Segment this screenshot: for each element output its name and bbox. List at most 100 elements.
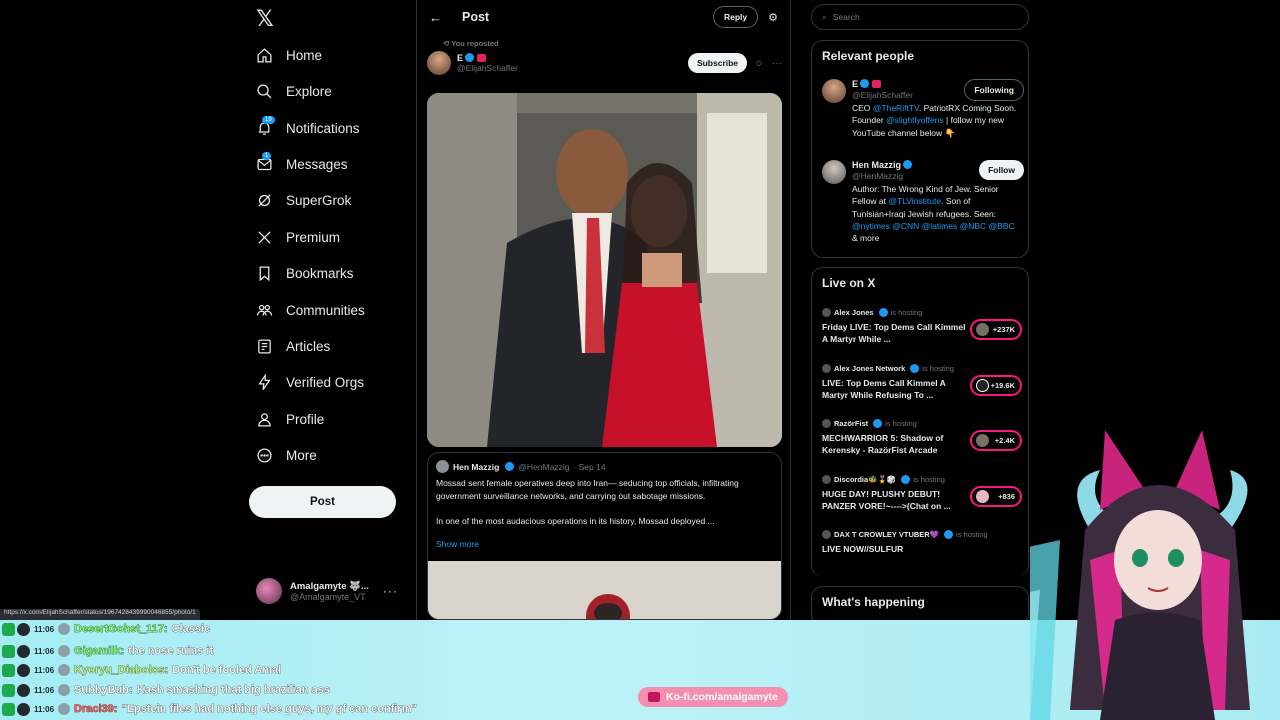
nav-explore[interactable]: Explore (256, 78, 332, 104)
nav-label: Premium (286, 229, 341, 245)
nav-label: Bookmarks (286, 265, 354, 281)
nav-bookmarks[interactable]: Bookmarks (256, 260, 354, 286)
nav-supergrok[interactable]: SuperGrok (256, 187, 351, 213)
page-title: Post (462, 10, 490, 24)
avatar (256, 578, 282, 604)
person-handle: @HenMazzig (852, 171, 904, 181)
status-bar-url: https://x.com/ElijahSchaffer/status/1967… (0, 609, 200, 620)
verified-icon (910, 364, 920, 373)
post-column: ← Post Reply ⚙ ⟲ You reposted E @ElijahS… (416, 0, 791, 620)
nav-home[interactable]: Home (256, 42, 322, 68)
avatar (976, 490, 989, 503)
nav-label: Profile (286, 411, 325, 427)
author-handle[interactable]: @ElijahSchaffer (457, 63, 688, 73)
account-switcher[interactable]: Amalgamyte 🐺... @Amalgamyte_VT ··· (256, 578, 406, 604)
live-listener-count[interactable]: +19.6K (970, 375, 1022, 396)
post-author: E @ElijahSchaffer Subscribe ◌ ··· (427, 51, 782, 75)
live-stream-title: MECHWARRIOR 5: Shadow of Kerensky - Razö… (822, 433, 944, 456)
live-item[interactable]: Alex Jones is hosting Friday LIVE: Top De… (822, 308, 1022, 346)
search-input[interactable]: ⌕ Search (811, 4, 1029, 30)
reply-button[interactable]: Reply (712, 6, 759, 28)
chat-text: Kash smashing that big brazilian ass (136, 684, 330, 697)
mention-link[interactable]: @slightlyoffens (886, 115, 944, 125)
follow-button[interactable]: Follow (979, 160, 1024, 180)
nav-articles[interactable]: Articles (256, 333, 330, 359)
live-listener-count[interactable]: +237K (970, 319, 1022, 340)
live-host: Discordia🐝🎖️🎲 (834, 475, 897, 484)
mention-link[interactable]: @TheRiftTV (873, 103, 919, 113)
x-icon (258, 230, 271, 244)
nav-label: Messages (286, 156, 348, 172)
verified-icon (505, 462, 515, 471)
avatar[interactable] (427, 51, 451, 75)
mention-link[interactable]: @nytimes @CNN @latimes @NBC @BBC (852, 221, 1015, 231)
avatar (58, 623, 71, 635)
nav-more[interactable]: More (256, 442, 317, 468)
live-stream-title: LIVE NOW//SULFUR (822, 544, 904, 554)
person-bio: Author: The Wrong Kind of Jew. Senior Fe… (852, 184, 1015, 244)
live-item[interactable]: Discordia🐝🎖️🎲 is hosting HUGE DAY! PLUSHY… (822, 475, 1022, 513)
nav-notifications[interactable]: 19 Notifications (256, 115, 360, 141)
verified-icon (878, 308, 888, 317)
platform-icon (2, 683, 15, 697)
person-bio: CEO @TheRiftTV. PatriotRX Coming Soon. F… (852, 103, 1017, 138)
post-photo[interactable] (427, 93, 782, 447)
chat-text: "Epstein files had nothing else guys, my… (121, 703, 417, 716)
live-listener-count[interactable]: +836 (970, 486, 1022, 507)
nav-communities[interactable]: Communities (256, 297, 365, 323)
avatar (976, 323, 989, 336)
nav-label: Articles (286, 338, 331, 354)
verified-icon (944, 530, 954, 539)
quote-author-handle: @HenMazzig (518, 461, 570, 472)
badge-icon (17, 622, 30, 636)
person-icon (258, 412, 271, 427)
nav-label: Communities (286, 302, 365, 318)
author-name[interactable]: E (457, 53, 463, 63)
mention-link[interactable]: @TLVinstitute (888, 196, 941, 206)
quote-image[interactable] (428, 561, 781, 619)
live-host: RazörFist (834, 419, 869, 428)
person-handle: @ElijahSchaffer (852, 90, 913, 100)
nav-profile[interactable]: Profile (256, 406, 324, 432)
chat-username: Gigamilk: (74, 645, 125, 658)
search-icon (257, 83, 272, 98)
chat-text: the nose ruins it (128, 645, 214, 658)
platform-icon (2, 622, 15, 636)
live-listener-count[interactable]: +2.4K (970, 430, 1022, 451)
people-icon (256, 304, 273, 316)
post-button[interactable]: Post (249, 486, 396, 518)
back-arrow-icon[interactable]: ← (429, 10, 449, 25)
message-badge: 1 (262, 151, 272, 160)
avatar (822, 364, 831, 373)
more-dots-icon[interactable]: ··· (383, 584, 398, 598)
following-button[interactable]: Following (964, 79, 1024, 101)
photo-image (427, 93, 782, 447)
verified-icon (860, 79, 870, 88)
nav-label: Home (286, 47, 323, 63)
live-stream-title: HUGE DAY! PLUSHY DEBUT! PANZER VORE!~---… (822, 489, 951, 512)
badge-icon (17, 702, 30, 716)
live-item[interactable]: Alex Jones Network is hosting LIVE: Top D… (822, 364, 1022, 402)
live-item[interactable]: DAX T CROWLEY VTUBER💜 is hosting LIVE NOW… (822, 530, 1022, 555)
badge-icon (17, 663, 30, 677)
kofi-cup-icon (647, 692, 660, 702)
person-name: E (852, 79, 859, 89)
live-item[interactable]: RazörFist is hosting MECHWARRIOR 5: Shado… (822, 419, 1022, 457)
more-dots-icon[interactable]: ··· (772, 58, 782, 69)
kofi-banner: Ko-fi.com/amalgamyte (638, 687, 788, 707)
settings-sliders-icon[interactable]: ⚙ (768, 11, 778, 24)
whats-happening-title: What's happening (822, 595, 925, 609)
avatar (822, 308, 831, 317)
subscribe-button[interactable]: Subscribe (687, 53, 748, 73)
nav-label: Explore (286, 83, 332, 99)
nav-premium[interactable]: Premium (256, 224, 340, 250)
grok-icon[interactable]: ◌ (756, 58, 762, 69)
avatar (58, 664, 71, 676)
quote-date: · Sep 14 (573, 461, 606, 472)
nav-messages[interactable]: 1 Messages (256, 151, 348, 177)
quoted-post[interactable]: Hen Mazzig @HenMazzig · Sep 14 Mossad se… (427, 452, 782, 620)
show-more-link[interactable]: Show more (436, 539, 479, 549)
chat-message: 11:06 Draci39: "Epstein files had nothing … (2, 700, 417, 718)
x-logo-icon[interactable]: 𝕏 (256, 6, 278, 31)
nav-verified-orgs[interactable]: Verified Orgs (256, 369, 364, 395)
